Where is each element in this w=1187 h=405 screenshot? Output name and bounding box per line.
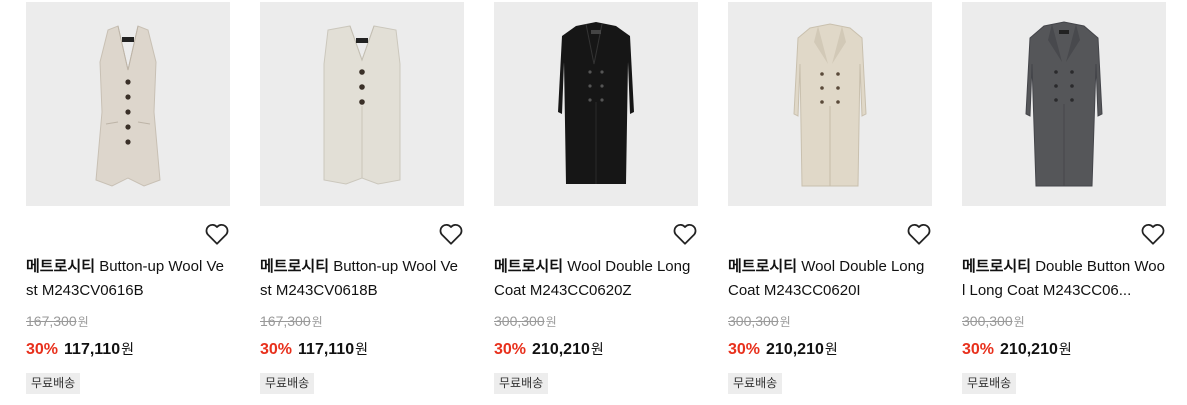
- brand-name: 메트로시티: [26, 258, 96, 275]
- product-title[interactable]: 메트로시티 Wool Double Long Coat M243CC0620Z: [494, 255, 698, 303]
- original-price: 300,300원: [728, 313, 791, 329]
- free-shipping-badge: 무료배송: [26, 373, 81, 394]
- product-card[interactable]: 메트로시티 Double Button Wool Long Coat M243C…: [962, 2, 1166, 394]
- product-title[interactable]: 메트로시티 Button-up Wool Vest M243CV0618B: [260, 255, 464, 303]
- discount-rate: 30%: [260, 341, 293, 358]
- sale-price: 30% 117,110원: [260, 341, 368, 358]
- original-price: 167,300원: [26, 313, 89, 329]
- brand-name: 메트로시티: [728, 258, 798, 275]
- product-card[interactable]: 메트로시티 Button-up Wool Vest M243CV0618B 16…: [260, 2, 464, 394]
- product-title[interactable]: 메트로시티 Double Button Wool Long Coat M243C…: [962, 255, 1166, 303]
- brand-name: 메트로시티: [494, 258, 564, 275]
- product-grid: 메트로시티 Button-up Wool Vest M243CV0616B 16…: [0, 0, 1187, 405]
- product-image[interactable]: [728, 2, 932, 206]
- free-shipping-badge: 무료배송: [494, 373, 549, 394]
- product-card[interactable]: 메트로시티 Wool Double Long Coat M243CC0620Z …: [494, 2, 698, 394]
- vest-image: [95, 25, 161, 187]
- sale-price: 30% 210,210원: [728, 341, 838, 358]
- brand-name: 메트로시티: [962, 258, 1032, 275]
- product-image[interactable]: [260, 2, 464, 206]
- original-price: 300,300원: [494, 313, 557, 329]
- coat-image: [793, 23, 867, 187]
- sale-price: 30% 210,210원: [494, 341, 604, 358]
- free-shipping-badge: 무료배송: [260, 373, 315, 394]
- discount-rate: 30%: [728, 341, 761, 358]
- sale-price: 30% 210,210원: [962, 341, 1072, 358]
- original-price: 300,300원: [962, 313, 1025, 329]
- product-card[interactable]: 메트로시티 Wool Double Long Coat M243CC0620I …: [728, 2, 932, 394]
- heart-icon[interactable]: [906, 222, 932, 246]
- free-shipping-badge: 무료배송: [962, 373, 1017, 394]
- product-title[interactable]: 메트로시티 Button-up Wool Vest M243CV0616B: [26, 255, 230, 303]
- heart-icon[interactable]: [1140, 222, 1166, 246]
- product-image[interactable]: [962, 2, 1166, 206]
- product-image[interactable]: [494, 2, 698, 206]
- vest-image: [323, 25, 401, 185]
- coat-image: [1025, 21, 1103, 187]
- free-shipping-badge: 무료배송: [728, 373, 783, 394]
- heart-icon[interactable]: [204, 222, 230, 246]
- discount-rate: 30%: [962, 341, 995, 358]
- product-title[interactable]: 메트로시티 Wool Double Long Coat M243CC0620I: [728, 255, 932, 303]
- sale-price: 30% 117,110원: [26, 341, 134, 358]
- brand-name: 메트로시티: [260, 258, 330, 275]
- heart-icon[interactable]: [672, 222, 698, 246]
- product-image[interactable]: [26, 2, 230, 206]
- heart-icon[interactable]: [438, 222, 464, 246]
- original-price: 167,300원: [260, 313, 323, 329]
- discount-rate: 30%: [494, 341, 527, 358]
- product-card[interactable]: 메트로시티 Button-up Wool Vest M243CV0616B 16…: [26, 2, 230, 394]
- coat-image: [558, 22, 634, 184]
- discount-rate: 30%: [26, 341, 59, 358]
